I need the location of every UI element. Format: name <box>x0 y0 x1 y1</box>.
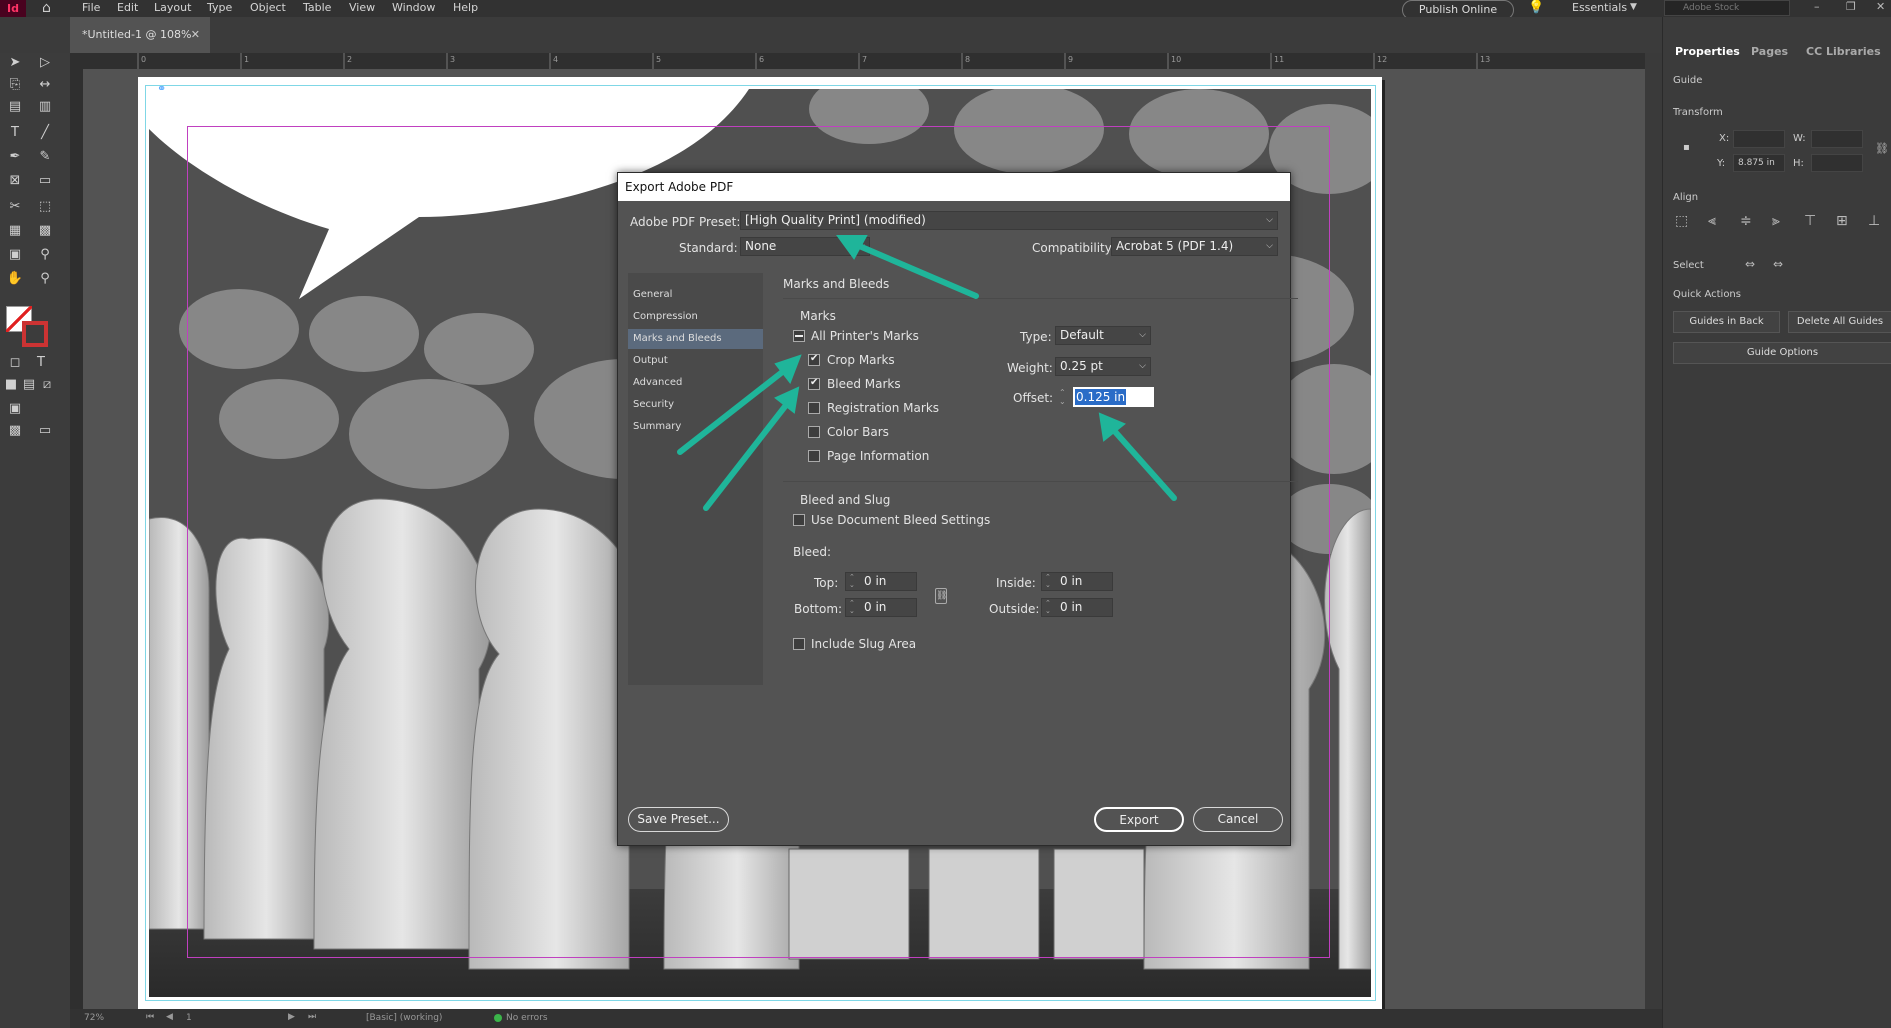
arrow-to-crop-marks <box>677 363 793 455</box>
arrow-to-bleed-marks <box>703 397 793 511</box>
arrowhead <box>774 354 802 385</box>
arrow-to-standard <box>847 239 979 299</box>
annotation-arrows <box>677 235 1177 511</box>
arrow-to-offset <box>1107 423 1177 501</box>
